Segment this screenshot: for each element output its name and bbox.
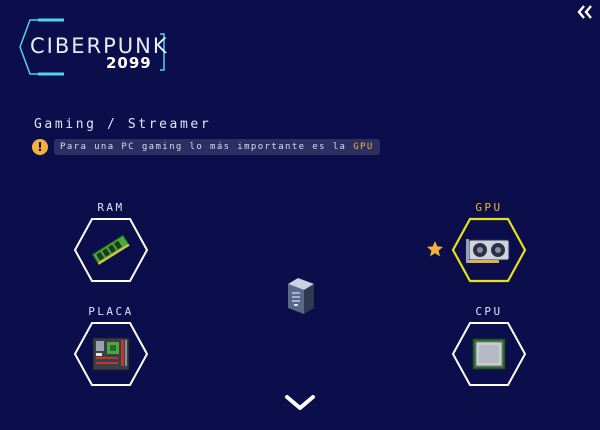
- app-logo: CIBERPUNK 2099: [18, 18, 168, 76]
- component-ram[interactable]: RAM: [73, 201, 149, 283]
- double-chevron-left-icon[interactable]: [576, 4, 594, 20]
- graphics-card-icon: [451, 217, 527, 283]
- warning-icon: !: [32, 139, 48, 155]
- component-gpu[interactable]: GPU: [451, 201, 527, 283]
- component-label-cpu: CPU: [475, 305, 503, 318]
- processor-chip-icon: [451, 322, 527, 386]
- component-label-ram: RAM: [97, 201, 125, 214]
- component-cpu[interactable]: CPU: [451, 305, 527, 387]
- ram-stick-icon: [73, 218, 149, 282]
- pc-tower-icon: [284, 276, 318, 320]
- hint-highlight: GPU: [353, 142, 374, 152]
- hint-box: Para una PC gaming lo más importante es …: [54, 139, 380, 155]
- hint-text: Para una PC gaming lo más importante es …: [60, 142, 354, 152]
- component-label-placa: PLACA: [88, 305, 134, 318]
- chevron-down-icon[interactable]: [284, 392, 316, 416]
- profile-title: Gaming / Streamer: [34, 117, 212, 132]
- star-icon: [426, 240, 444, 262]
- logo-year: 2099: [106, 54, 152, 72]
- motherboard-icon: [73, 322, 149, 386]
- component-label-gpu: GPU: [475, 201, 503, 214]
- component-placa[interactable]: PLACA: [73, 305, 149, 387]
